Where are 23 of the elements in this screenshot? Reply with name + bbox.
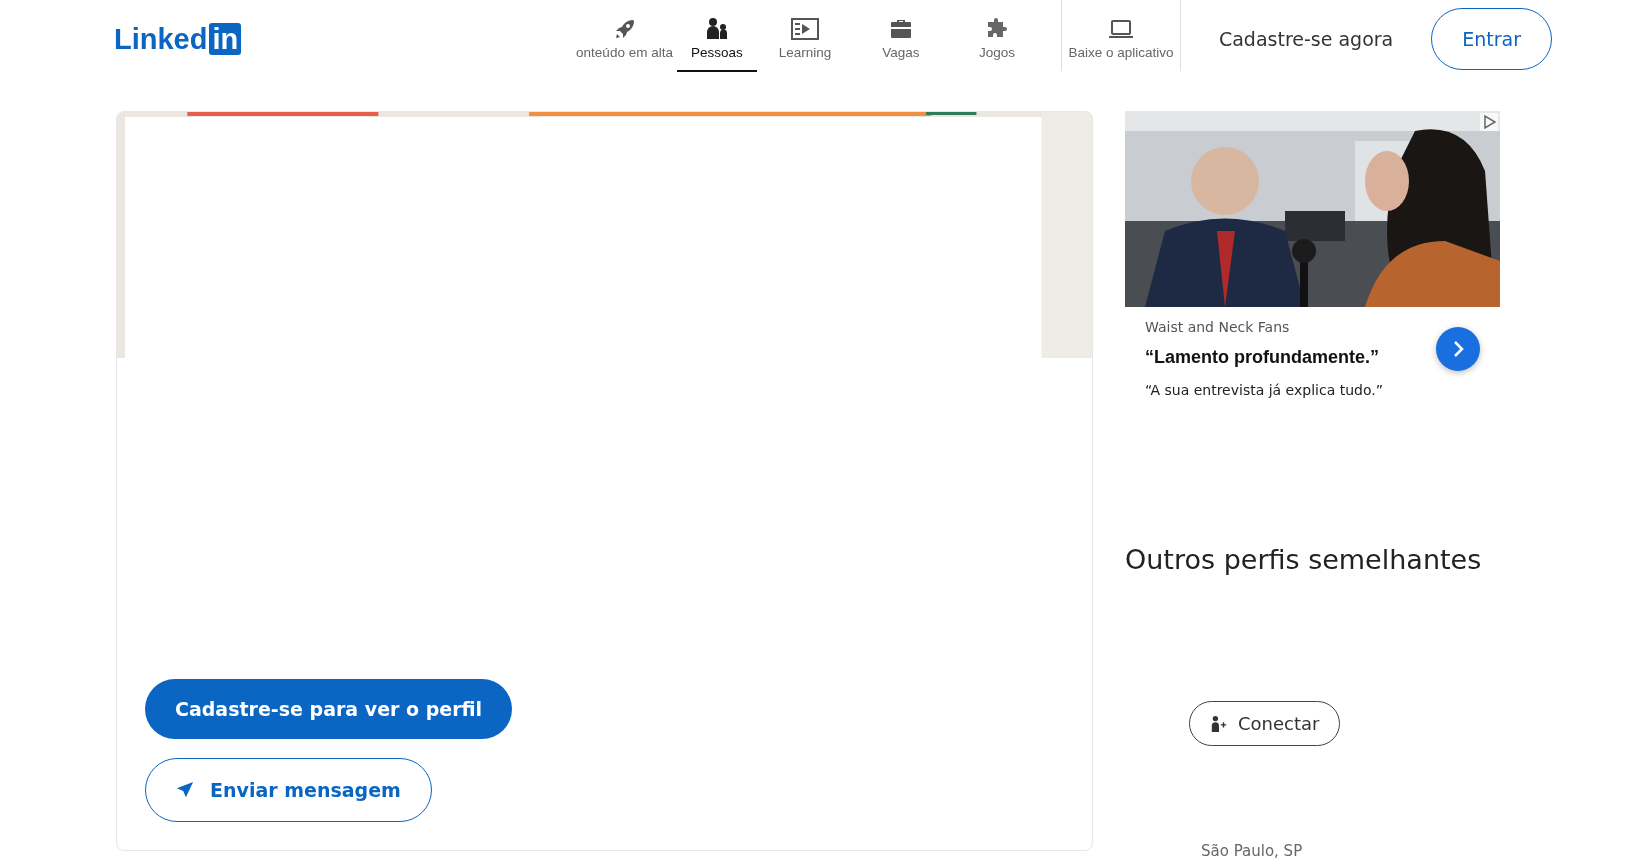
location-text: São Paulo, SP — [1201, 842, 1304, 860]
ad-choices-icon[interactable] — [1480, 113, 1498, 131]
send-icon — [176, 781, 194, 799]
connect-button[interactable]: Conectar — [1189, 701, 1341, 746]
nav-tab[interactable]: onteúdo em alta — [572, 0, 677, 72]
next-button[interactable] — [1436, 326, 1480, 371]
nav-tab[interactable]: Jogos — [948, 0, 1045, 72]
ad-headline: “Lamento profundamente.” — [1145, 347, 1380, 368]
linkedin-logo[interactable]: Linked in — [114, 22, 242, 56]
section-title: Outros perfis semelhantes — [1125, 544, 1483, 575]
nav-tab[interactable]: Pessoas — [676, 0, 757, 72]
nav-tab[interactable]: Learning — [756, 0, 853, 72]
ad-text: “A sua entrevista já explica tudo.” — [1145, 382, 1384, 398]
video-player-icon — [790, 16, 819, 41]
nav-tab[interactable]: Vagas — [852, 0, 949, 72]
sign-up-button[interactable]: Cadastre-se para ver o perfil — [145, 679, 513, 739]
add-person-icon — [1210, 714, 1228, 733]
nav-tab[interactable]: Baixe o aplicativo — [1060, 0, 1181, 72]
sign-in-button[interactable]: Entrar — [1431, 8, 1552, 70]
send-message-button[interactable]: Enviar mensagem — [145, 758, 432, 822]
join-link[interactable]: Cadastre-se agora — [1218, 28, 1394, 50]
advertiser-name: Waist and Neck Fans — [1145, 319, 1291, 335]
people-icon — [704, 16, 729, 41]
